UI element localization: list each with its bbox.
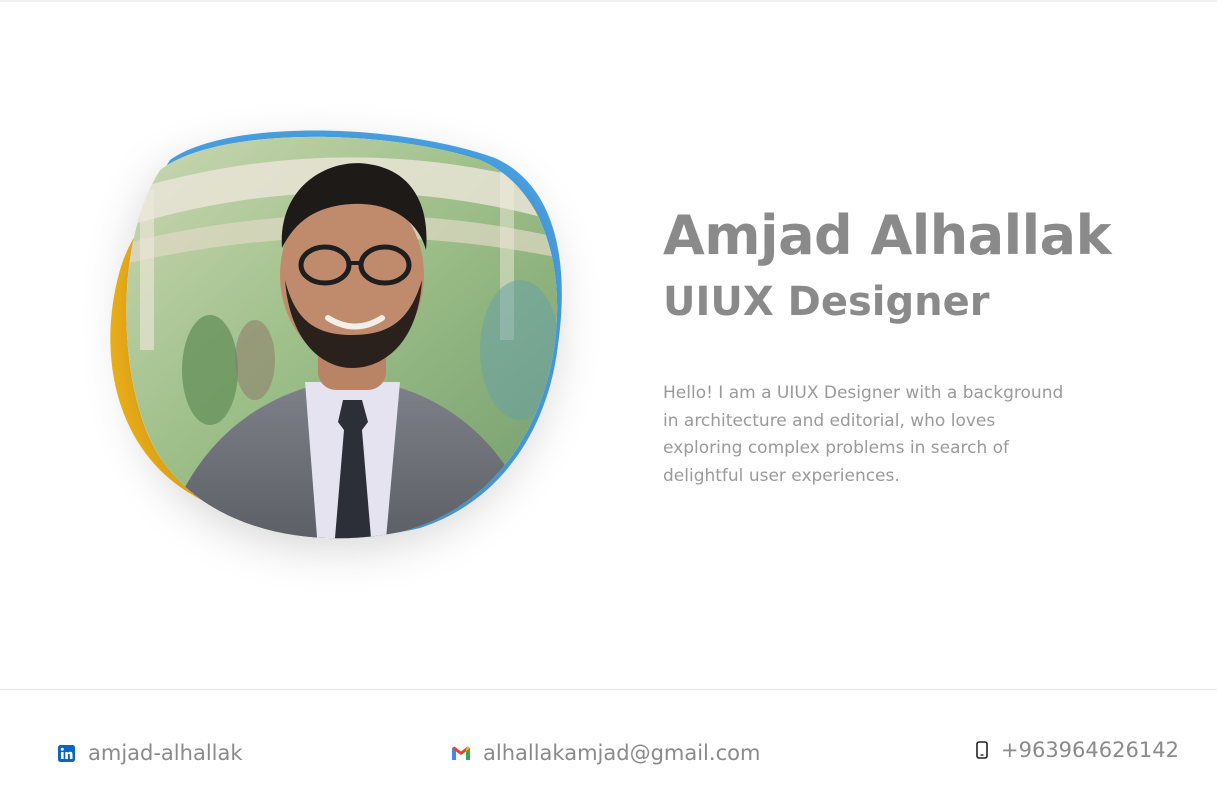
portrait-photo — [126, 136, 558, 539]
profile-role: UIUX Designer — [663, 279, 990, 325]
phone-number: +963964626142 — [1001, 738, 1179, 762]
mobile-phone-icon — [976, 741, 988, 759]
footer-divider — [0, 689, 1217, 690]
gmail-icon — [452, 746, 470, 760]
linkedin-handle: amjad-alhallak — [88, 741, 243, 765]
profile-portrait — [100, 130, 570, 550]
profile-name: Amjad Alhallak — [663, 204, 1112, 267]
intro-block: Amjad Alhallak UIUX Designer Hello! I am… — [663, 200, 1123, 490]
linkedin-link[interactable]: amjad-alhallak — [58, 735, 243, 771]
linkedin-icon — [58, 744, 75, 762]
hero-section: Amjad Alhallak UIUX Designer Hello! I am… — [0, 0, 1217, 690]
email-link[interactable]: alhallakamjad@gmail.com — [452, 735, 760, 771]
profile-bio: Hello! I am a UIUX Designer with a backg… — [663, 383, 1064, 486]
email-address: alhallakamjad@gmail.com — [483, 741, 761, 765]
phone-link[interactable]: +963964626142 — [976, 732, 1179, 768]
